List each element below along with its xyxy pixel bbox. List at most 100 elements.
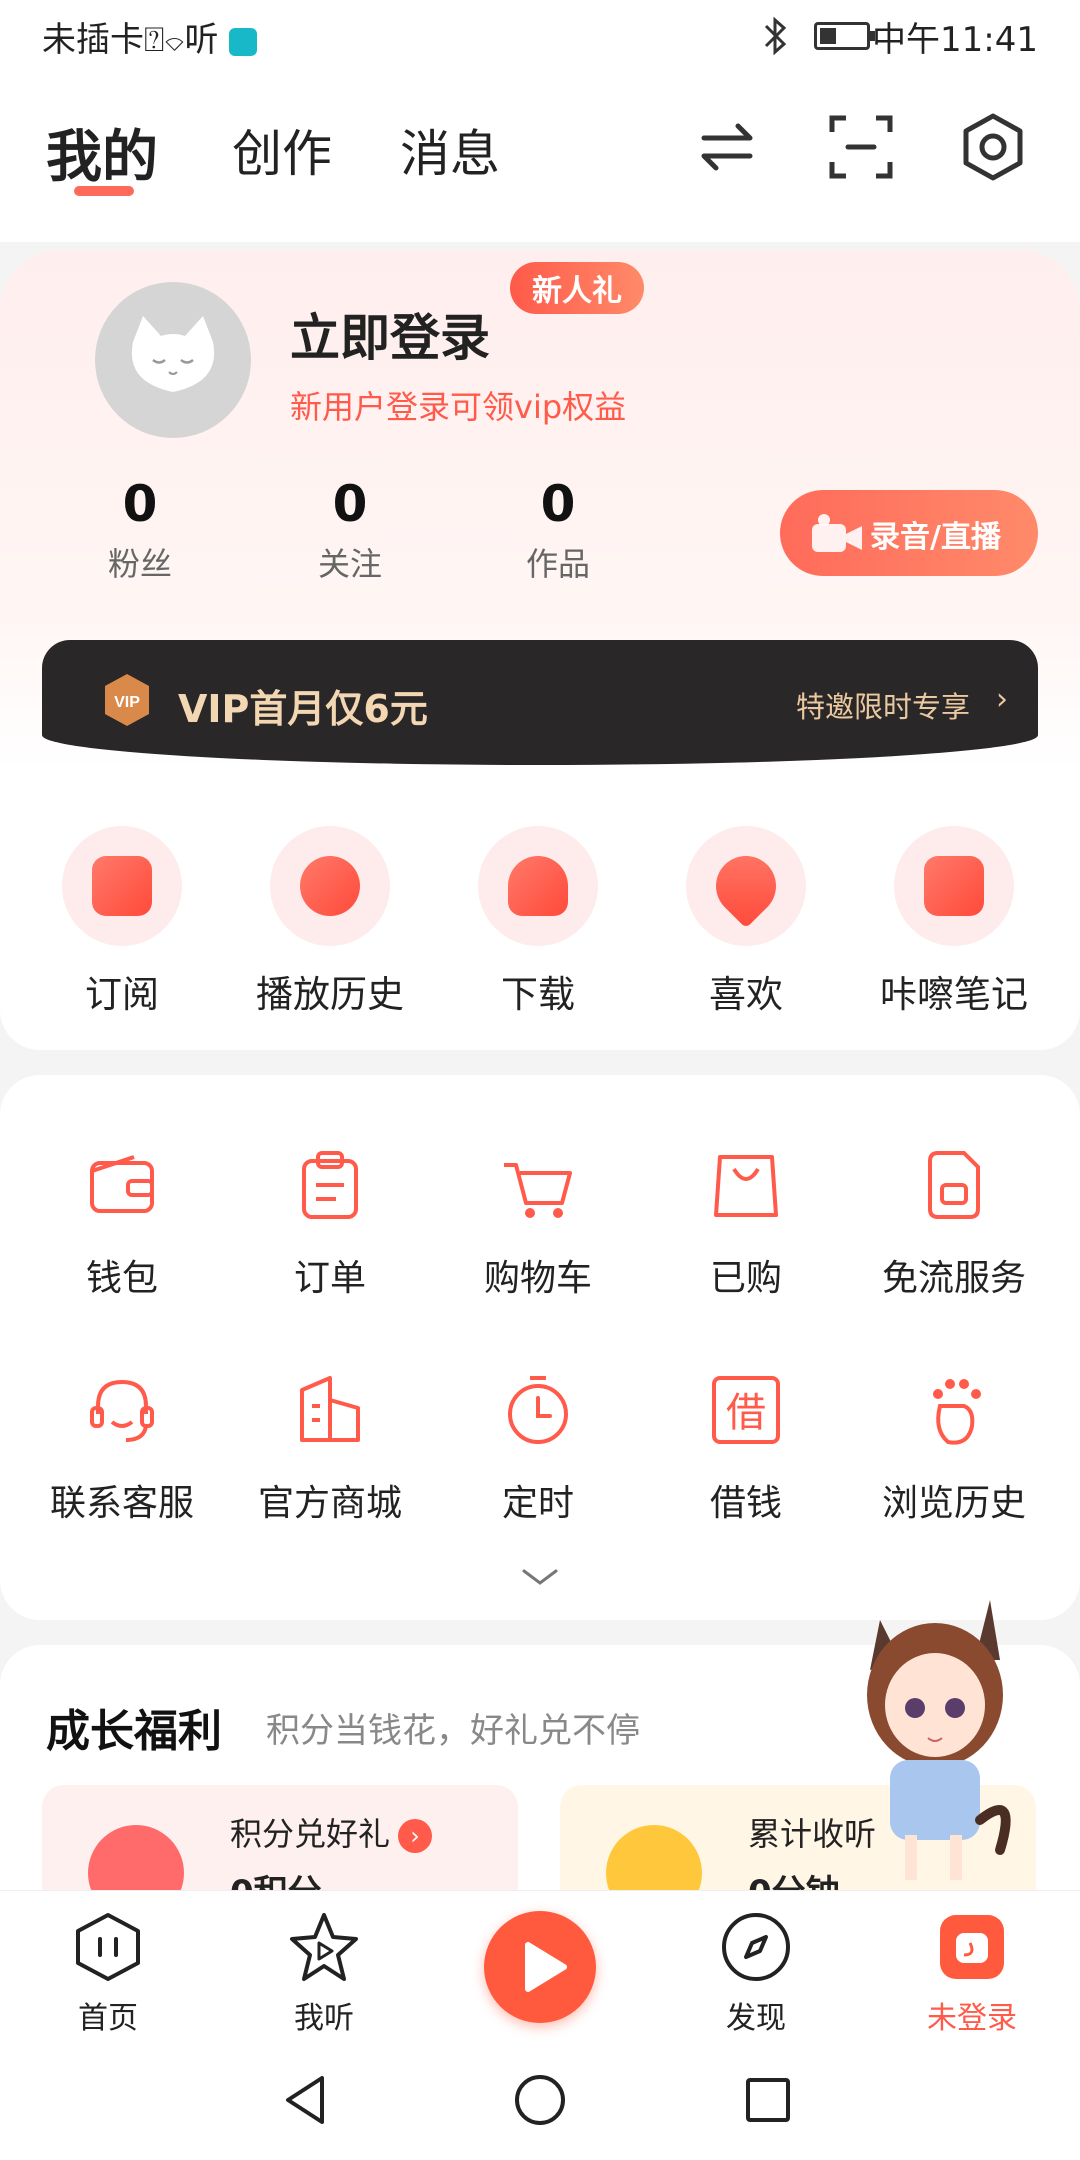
service-orders[interactable]: 订单 — [230, 1145, 430, 1301]
service-label: 定时 — [501, 1483, 574, 1524]
stat-label: 关注 — [317, 545, 382, 583]
switch-account-icon[interactable] — [692, 112, 762, 182]
building-icon — [300, 1376, 360, 1442]
bluetooth-icon — [764, 16, 787, 56]
service-label: 联系客服 — [49, 1483, 194, 1524]
quick-label: 订阅 — [85, 973, 159, 1016]
stat-works[interactable]: 0 作品 — [498, 475, 618, 585]
service-label: 订单 — [293, 1258, 366, 1299]
stat-following[interactable]: 0 关注 — [290, 475, 410, 585]
nav-label: 发现 — [726, 2001, 786, 2036]
cat-face-icon — [131, 316, 215, 392]
back-triangle-icon[interactable] — [278, 2070, 338, 2130]
home-circle-icon[interactable] — [510, 2070, 570, 2130]
recents-square-icon[interactable] — [738, 2070, 798, 2130]
clock: 中午11:41 — [872, 20, 1038, 60]
newbie-gift-badge[interactable]: 新人礼 — [510, 262, 644, 314]
quick-label: 喜欢 — [709, 973, 783, 1016]
stat-followers[interactable]: 0 粉丝 — [80, 475, 200, 585]
tab-create[interactable]: 创作 — [232, 114, 332, 186]
stat-label: 粉丝 — [107, 545, 172, 583]
service-borrow-money[interactable]: 借 借钱 — [646, 1370, 846, 1526]
quick-subscribe[interactable]: 订阅 — [22, 826, 222, 1018]
service-label: 免流服务 — [881, 1258, 1026, 1299]
home-icon — [76, 1913, 140, 1981]
service-label: 官方商城 — [257, 1483, 402, 1524]
headset-icon — [90, 1379, 154, 1442]
record-live-button[interactable]: 录音/直播 — [780, 490, 1038, 576]
center-play-button[interactable] — [484, 1911, 596, 2023]
growth-title: 成长福利 — [46, 1706, 222, 1757]
vip-title: VIP首月仅6元 — [178, 687, 428, 731]
vip-promo-text: 特邀限时专享 — [795, 690, 970, 724]
nav-discover[interactable]: 发现 — [686, 1909, 826, 2037]
status-bar: 未插卡⍰⌔听 中午11:41 — [0, 0, 1080, 72]
service-purchased[interactable]: 已购 — [646, 1145, 846, 1301]
service-free-data[interactable]: 免流服务 — [854, 1145, 1054, 1301]
quick-play-history[interactable]: 播放历史 — [230, 826, 430, 1018]
history-clock-icon — [270, 826, 390, 946]
service-label: 借钱 — [709, 1483, 782, 1524]
vip-badge-text: VIP — [114, 694, 140, 711]
stat-value: 0 — [332, 475, 368, 533]
gift-icon — [88, 1825, 184, 1895]
bottom-nav: 首页 我听 发现 未登录 — [0, 1890, 1080, 2041]
avatar[interactable] — [95, 282, 251, 438]
compass-icon — [722, 1913, 790, 1981]
settings-gear-icon[interactable] — [958, 112, 1028, 182]
service-timer[interactable]: 定时 — [438, 1370, 638, 1526]
nav-home[interactable]: 首页 — [38, 1909, 178, 2037]
stat-value: 0 — [540, 475, 576, 533]
battery-icon — [814, 22, 875, 50]
borrow-icon: 借 — [712, 1376, 780, 1444]
star-play-icon — [290, 1913, 358, 1981]
status-left: 未插卡⍰⌔听 — [42, 12, 257, 61]
clipboard-icon — [302, 1151, 358, 1219]
download-cloud-icon — [478, 826, 598, 946]
scan-icon[interactable] — [826, 112, 896, 182]
service-wallet[interactable]: 钱包 — [22, 1145, 222, 1301]
login-subtitle[interactable]: 新用户登录可领vip权益 — [290, 382, 626, 428]
service-browse-history[interactable]: 浏览历史 — [854, 1370, 1054, 1526]
services-panel: 钱包 订单 购物车 已购 免流服务 联系客服 官方商城 定时 借 借钱 浏览历史 — [0, 1075, 1080, 1620]
camera-notes-icon — [894, 826, 1014, 946]
planet-icon — [606, 1825, 702, 1895]
stat-value: 0 — [122, 475, 158, 533]
svg-text:借: 借 — [726, 1390, 766, 1436]
tab-mine[interactable]: 我的 — [46, 112, 158, 193]
card-title: 积分兑好礼 › — [230, 1809, 433, 1855]
carrier-status-text: 未插卡⍰⌔听 — [42, 20, 219, 60]
sim-card-icon — [928, 1151, 980, 1219]
stat-label: 作品 — [525, 545, 590, 583]
nav-not-logged-in[interactable]: 未登录 — [902, 1909, 1042, 2037]
quick-download[interactable]: 下载 — [438, 826, 638, 1018]
points-gift-card[interactable]: 积分兑好礼 › 0积分 — [42, 1785, 518, 1895]
vip-banner[interactable]: VIP VIP首月仅6元 特邀限时专享 › — [42, 640, 1038, 765]
nav-label: 我听 — [294, 2001, 354, 2036]
vip-badge-icon: VIP — [105, 674, 149, 726]
login-title[interactable]: 立即登录 — [290, 298, 490, 370]
quick-label: 下载 — [501, 973, 575, 1016]
expand-chevron-icon[interactable] — [520, 1565, 560, 1589]
system-nav-bar — [0, 2040, 1080, 2160]
quick-likes[interactable]: 喜欢 — [646, 826, 846, 1018]
service-label: 已购 — [709, 1258, 782, 1299]
service-cart[interactable]: 购物车 — [438, 1145, 638, 1301]
wallet-icon — [90, 1155, 154, 1213]
play-icon — [525, 1942, 567, 1992]
top-header: 我的 创作 消息 — [0, 72, 1080, 242]
mascot-girl-icon[interactable] — [850, 1590, 1020, 1890]
app-notification-icon — [228, 27, 257, 56]
quick-label: 咔嚓笔记 — [880, 973, 1028, 1016]
nav-my-listen[interactable]: 我听 — [254, 1909, 394, 2037]
chevron-right-icon: › — [398, 1819, 433, 1853]
stopwatch-icon — [508, 1376, 568, 1444]
service-official-store[interactable]: 官方商城 — [230, 1370, 430, 1526]
subscribe-icon — [62, 826, 182, 946]
quick-notes[interactable]: 咔嚓笔记 — [854, 826, 1054, 1018]
tab-messages[interactable]: 消息 — [400, 114, 500, 186]
service-label: 浏览历史 — [881, 1483, 1026, 1524]
service-customer-support[interactable]: 联系客服 — [22, 1370, 222, 1526]
profile-app-icon — [940, 1915, 1004, 1979]
active-tab-indicator — [74, 186, 134, 196]
